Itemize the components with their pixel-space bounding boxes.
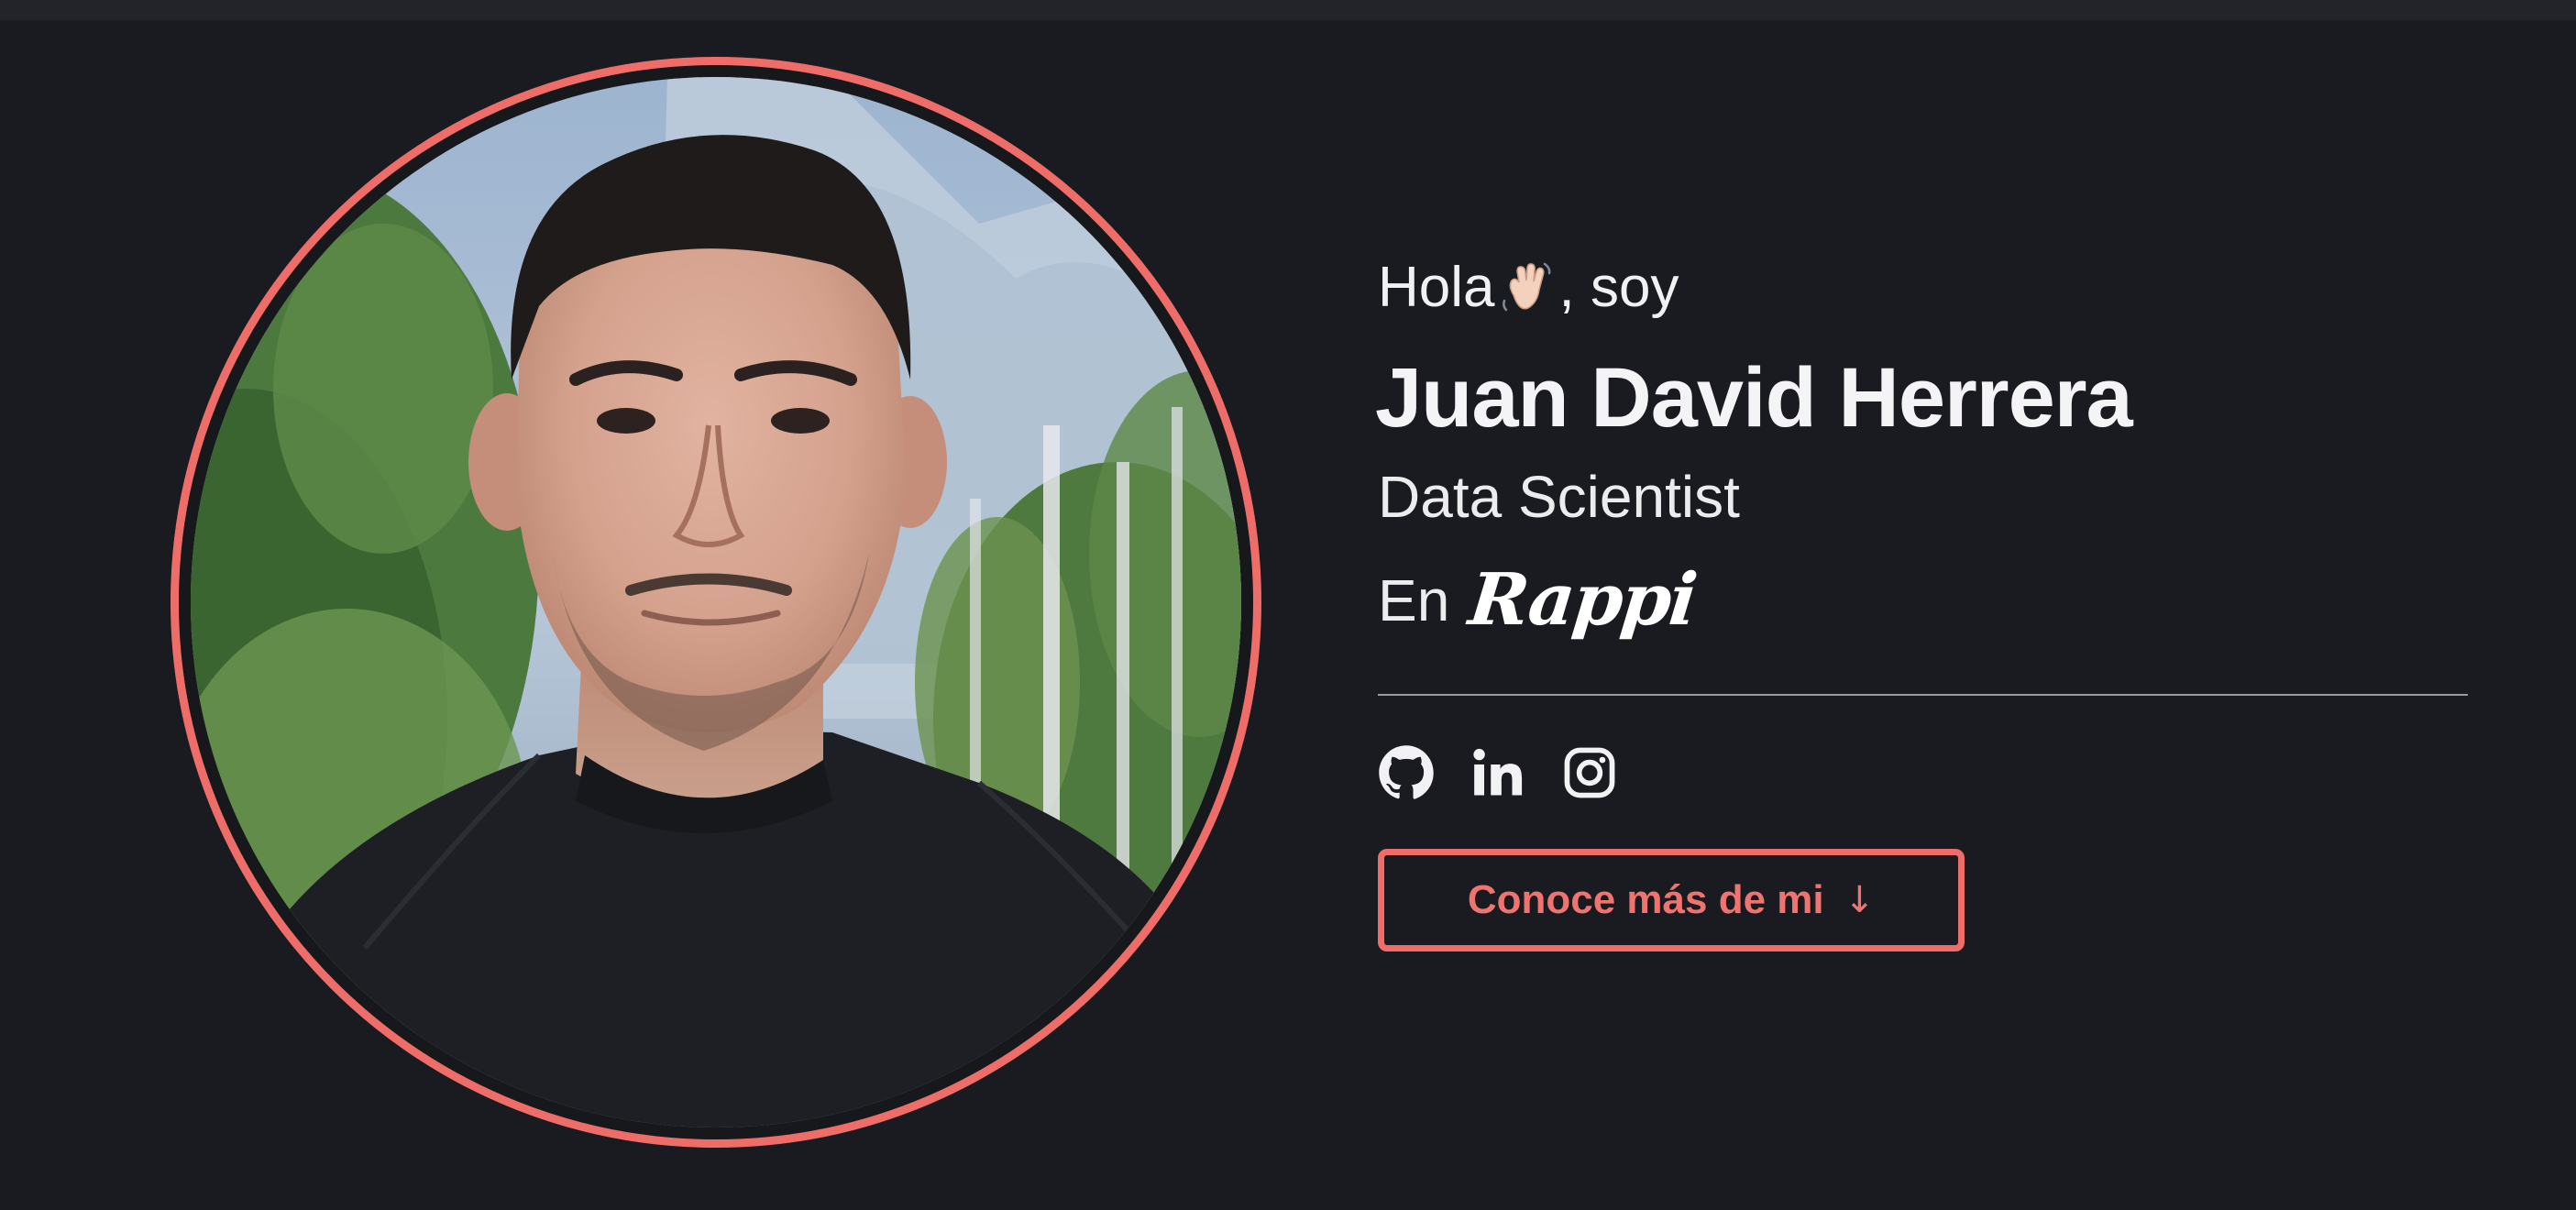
- greeting-suffix: , soy: [1558, 256, 1679, 319]
- waving-hand-icon: [1497, 258, 1556, 317]
- arrow-down-icon: ↓: [1844, 879, 1876, 921]
- person-name: Juan David Herrera: [1375, 351, 2133, 445]
- linkedin-icon: [1473, 748, 1523, 796]
- company-line: En Rappi: [1378, 558, 1700, 642]
- instagram-icon: [1564, 747, 1615, 798]
- profile-photo: [191, 77, 1241, 1128]
- portrait-illustration: [191, 77, 1241, 1128]
- learn-more-button[interactable]: Conoce más de mi ↓: [1378, 849, 1965, 952]
- top-bar: [0, 0, 2576, 20]
- instagram-link[interactable]: [1561, 744, 1618, 801]
- company-prefix: En: [1378, 567, 1450, 633]
- greeting-prefix: Hola: [1378, 256, 1495, 319]
- job-title: Data Scientist: [1378, 464, 1740, 530]
- rappi-logo: Rappi: [1465, 558, 1700, 642]
- github-icon: [1379, 745, 1434, 799]
- social-links: [1378, 744, 1653, 801]
- divider: [1378, 694, 2468, 696]
- greeting-text: Hola , soy: [1378, 258, 1679, 317]
- learn-more-label: Conoce más de mi: [1467, 877, 1824, 922]
- github-link[interactable]: [1378, 744, 1435, 801]
- linkedin-link[interactable]: [1470, 744, 1526, 801]
